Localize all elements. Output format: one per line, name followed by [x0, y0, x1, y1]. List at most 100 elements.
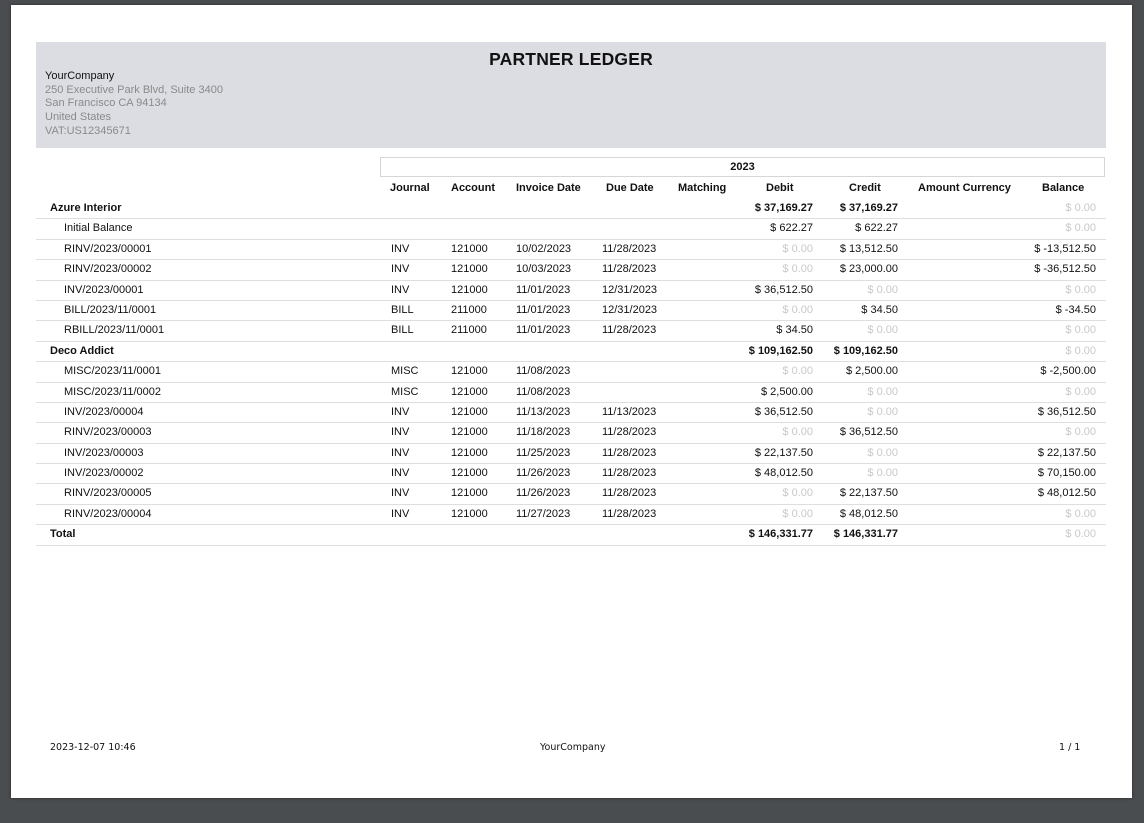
- partner-group-row: Azure Interior $ 37,169.27 $ 37,169.27 $ 0.…: [36, 199, 1106, 220]
- cell-balance: $ -2,500.00: [1040, 365, 1096, 378]
- period-header: 2023: [380, 157, 1105, 177]
- entry-label: RBILL/2023/11/0001: [64, 324, 165, 337]
- table-row: RINV/2023/00004 INV 121000 11/27/2023 11/28/…: [36, 505, 1106, 526]
- table-row: RINV/2023/00005 INV 121000 11/26/2023 11/28/…: [36, 484, 1106, 505]
- footer-timestamp: 2023-12-07 10:46: [50, 742, 136, 753]
- cell-debit: $ 0.00: [782, 487, 813, 500]
- table-row: RINV/2023/00002 INV 121000 10/03/2023 11/28/…: [36, 260, 1106, 281]
- cell-debit: $ 36,512.50: [754, 283, 813, 296]
- cell-account: 121000: [451, 283, 488, 296]
- cell-account: 121000: [451, 365, 488, 378]
- report-title: PARTNER LEDGER: [489, 49, 653, 69]
- table-row: MISC/2023/11/0001 MISC 121000 11/08/2023 $ 0…: [36, 362, 1106, 383]
- cell-invoice-date: 11/27/2023: [516, 507, 571, 520]
- table-row: BILL/2023/11/0001 BILL 211000 11/01/2023 12/…: [36, 301, 1106, 322]
- entry-label: MISC/2023/11/0002: [64, 385, 162, 398]
- company-address: YourCompany 250 Executive Park Blvd, Sui…: [45, 70, 223, 139]
- entry-label: RINV/2023/00004: [64, 507, 152, 520]
- column-header-matching: Matching: [678, 182, 727, 194]
- cell-invoice-date: 11/08/2023: [516, 365, 571, 378]
- cell-due-date: 11/28/2023: [602, 426, 657, 439]
- table-row: INV/2023/00002 INV 121000 11/26/2023 11/28/2…: [36, 464, 1106, 485]
- cell-credit: $ 0.00: [867, 385, 898, 398]
- cell-due-date: 11/28/2023: [602, 507, 657, 520]
- cell-invoice-date: 11/01/2023: [516, 324, 571, 337]
- cell-debit: $ 109,162.50: [748, 344, 813, 357]
- column-header-credit: Credit: [849, 182, 881, 194]
- cell-credit: $ 0.00: [867, 283, 898, 296]
- cell-due-date: 11/28/2023: [602, 242, 657, 255]
- cell-credit: $ 23,000.00: [839, 263, 898, 276]
- cell-balance: $ -34.50: [1055, 303, 1096, 316]
- cell-journal: INV: [391, 426, 410, 439]
- cell-invoice-date: 11/08/2023: [516, 385, 571, 398]
- cell-journal: INV: [391, 446, 410, 459]
- cell-credit: $ 37,169.27: [839, 202, 898, 214]
- cell-credit: $ 2,500.00: [846, 365, 898, 378]
- cell-debit: $ 48,012.50: [754, 467, 813, 480]
- entry-label: RINV/2023/00001: [64, 242, 152, 255]
- cell-invoice-date: 10/03/2023: [516, 263, 572, 276]
- cell-credit: $ 0.00: [867, 446, 898, 459]
- group-label: Deco Addict: [50, 344, 114, 357]
- cell-account: 121000: [451, 242, 488, 255]
- cell-credit: $ 36,512.50: [839, 426, 898, 439]
- cell-due-date: 12/31/2023: [602, 283, 658, 296]
- cell-balance: $ 0.00: [1065, 283, 1096, 296]
- cell-invoice-date: 11/01/2023: [516, 283, 571, 296]
- cell-debit: $ 37,169.27: [754, 202, 813, 214]
- cell-credit: $ 22,137.50: [839, 487, 898, 500]
- cell-balance: $ 0.00: [1065, 507, 1096, 520]
- company-street: 250 Executive Park Blvd, Suite 3400: [45, 83, 223, 96]
- cell-debit: $ 622.27: [770, 222, 813, 235]
- table-row: RINV/2023/00003 INV 121000 11/18/2023 11/28/…: [36, 423, 1106, 444]
- cell-account: 121000: [451, 405, 488, 418]
- group-label: Azure Interior: [50, 202, 122, 214]
- cell-due-date: 11/28/2023: [602, 487, 657, 500]
- cell-balance: $ 0.00: [1065, 202, 1096, 214]
- company-vat: VAT:US12345671: [45, 124, 131, 137]
- cell-debit: $ 0.00: [782, 242, 813, 255]
- cell-invoice-date: 11/18/2023: [516, 426, 571, 439]
- cell-balance: $ 36,512.50: [1037, 405, 1096, 418]
- cell-credit: $ 146,331.77: [833, 528, 898, 541]
- cell-debit: $ 0.00: [782, 303, 813, 316]
- cell-credit: $ 0.00: [867, 405, 898, 418]
- cell-due-date: 12/31/2023: [602, 303, 658, 316]
- cell-invoice-date: 11/25/2023: [516, 446, 571, 459]
- partner-group-row: Deco Addict $ 109,162.50 $ 109,162.50 $ 0.0…: [36, 342, 1106, 363]
- cell-account: 211000: [451, 324, 487, 337]
- cell-balance: $ 0.00: [1065, 344, 1096, 357]
- cell-balance: $ 70,150.00: [1037, 467, 1096, 480]
- cell-credit: $ 48,012.50: [839, 507, 898, 520]
- cell-credit: $ 34.50: [861, 303, 898, 316]
- cell-due-date: 11/28/2023: [602, 467, 657, 480]
- cell-credit: $ 622.27: [855, 222, 898, 235]
- cell-debit: $ 146,331.77: [748, 528, 813, 541]
- cell-invoice-date: 11/26/2023: [516, 467, 571, 480]
- total-row: Total $ 146,331.77 $ 146,331.77 $ 0.00: [36, 525, 1106, 546]
- column-header-due-date: Due Date: [606, 182, 654, 194]
- cell-debit: $ 0.00: [782, 263, 813, 276]
- cell-due-date: 11/28/2023: [602, 263, 657, 276]
- cell-journal: MISC: [391, 365, 419, 378]
- cell-balance: $ 0.00: [1065, 426, 1096, 439]
- cell-journal: MISC: [391, 385, 419, 398]
- company-city: San Francisco CA 94134: [45, 97, 167, 110]
- table-row: Initial Balance $ 622.27 $ 622.27 $ 0.00: [36, 219, 1106, 240]
- cell-credit: $ 0.00: [867, 324, 898, 337]
- cell-account: 121000: [451, 507, 488, 520]
- column-header-debit: Debit: [766, 182, 794, 194]
- table-row: RBILL/2023/11/0001 BILL 211000 11/01/2023 11…: [36, 321, 1106, 342]
- cell-account: 121000: [451, 263, 488, 276]
- entry-label: MISC/2023/11/0001: [64, 365, 162, 378]
- entry-label: RINV/2023/00005: [64, 487, 152, 500]
- cell-credit: $ 0.00: [867, 467, 898, 480]
- company-country: United States: [45, 111, 112, 124]
- table-row: INV/2023/00001 INV 121000 11/01/2023 12/31/2…: [36, 281, 1106, 301]
- cell-balance: $ 0.00: [1065, 385, 1096, 398]
- cell-account: 121000: [451, 487, 488, 500]
- entry-label: RINV/2023/00003: [64, 426, 152, 439]
- table-row: RINV/2023/00001 INV 121000 10/02/2023 11/28/…: [36, 240, 1106, 261]
- cell-due-date: 11/28/2023: [602, 324, 657, 337]
